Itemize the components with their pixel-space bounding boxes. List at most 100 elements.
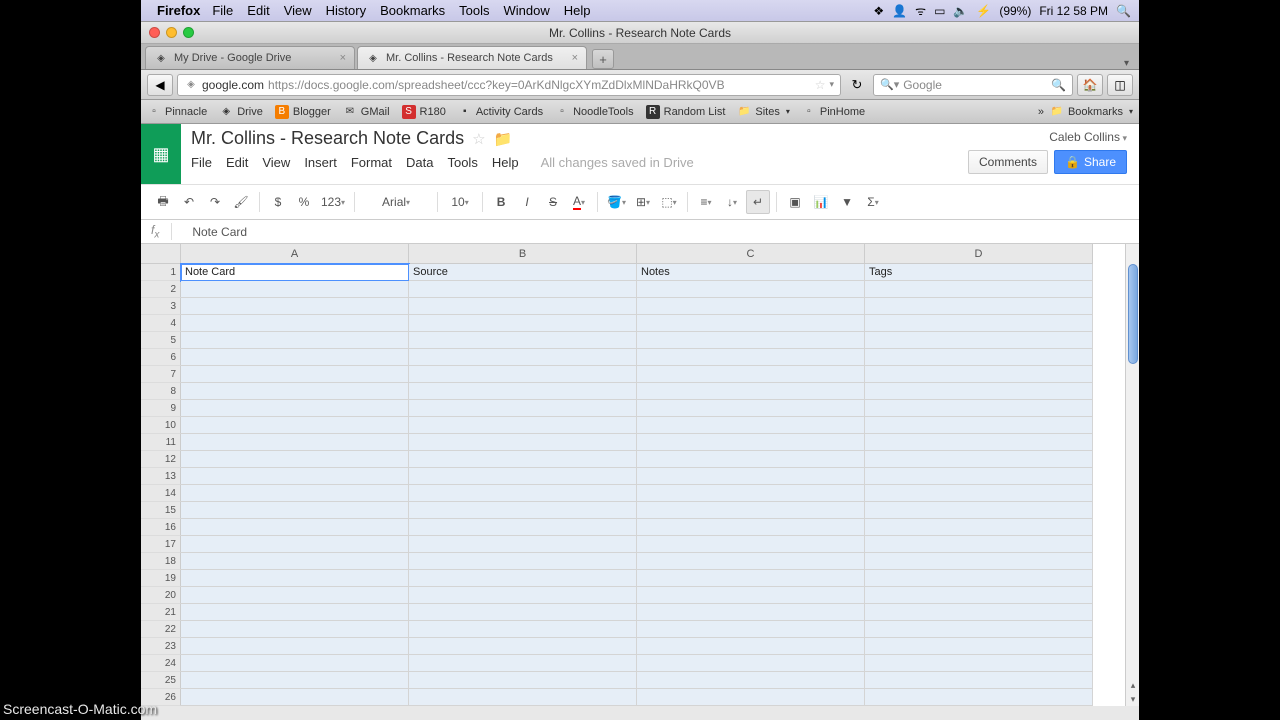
menu-history[interactable]: History: [326, 3, 366, 18]
cell-B8[interactable]: [409, 383, 637, 400]
tab-close-icon[interactable]: ×: [340, 52, 346, 64]
new-tab-button[interactable]: +: [592, 49, 614, 69]
bookmark-star-icon[interactable]: ☆: [815, 78, 826, 92]
display-icon[interactable]: ▭: [934, 4, 945, 18]
bold-button[interactable]: B: [489, 190, 513, 214]
cell-A26[interactable]: [181, 689, 409, 706]
currency-button[interactable]: $: [266, 190, 290, 214]
cell-B11[interactable]: [409, 434, 637, 451]
cell-D15[interactable]: [865, 502, 1093, 519]
sheets-menu-insert[interactable]: Insert: [304, 155, 337, 170]
cell-B1[interactable]: Source: [409, 264, 637, 281]
cell-A15[interactable]: [181, 502, 409, 519]
row-header[interactable]: 13: [141, 468, 181, 485]
cell-B4[interactable]: [409, 315, 637, 332]
row-header[interactable]: 7: [141, 366, 181, 383]
row-header[interactable]: 4: [141, 315, 181, 332]
site-identity-icon[interactable]: ◈: [184, 78, 198, 92]
dropdown-icon[interactable]: ▾: [829, 79, 834, 90]
cell-B13[interactable]: [409, 468, 637, 485]
row-header[interactable]: 15: [141, 502, 181, 519]
window-minimize-button[interactable]: [166, 27, 177, 38]
cell-D3[interactable]: [865, 298, 1093, 315]
bookmark-random[interactable]: RRandom List: [646, 105, 726, 119]
cell-C8[interactable]: [637, 383, 865, 400]
row-header[interactable]: 11: [141, 434, 181, 451]
cell-D1[interactable]: Tags: [865, 264, 1093, 281]
cell-B18[interactable]: [409, 553, 637, 570]
sheets-menu-tools[interactable]: Tools: [447, 155, 477, 170]
window-close-button[interactable]: [149, 27, 160, 38]
cell-A5[interactable]: [181, 332, 409, 349]
menu-window[interactable]: Window: [504, 3, 550, 18]
window-zoom-button[interactable]: [183, 27, 194, 38]
bookmark-noodle[interactable]: ▫NoodleTools: [555, 105, 634, 119]
cell-D21[interactable]: [865, 604, 1093, 621]
spotlight-icon[interactable]: 🔍: [1116, 4, 1131, 18]
cell-B14[interactable]: [409, 485, 637, 502]
cell-C24[interactable]: [637, 655, 865, 672]
cell-C13[interactable]: [637, 468, 865, 485]
font-select[interactable]: Arial: [361, 190, 431, 214]
search-input[interactable]: 🔍▾ Google 🔍: [873, 74, 1073, 96]
row-header[interactable]: 20: [141, 587, 181, 604]
functions-button[interactable]: Σ: [861, 190, 885, 214]
cell-A12[interactable]: [181, 451, 409, 468]
cell-A22[interactable]: [181, 621, 409, 638]
cell-B19[interactable]: [409, 570, 637, 587]
cell-A19[interactable]: [181, 570, 409, 587]
menu-edit[interactable]: Edit: [247, 3, 269, 18]
wifi-icon[interactable]: ᯤ: [915, 2, 926, 19]
menu-tools[interactable]: Tools: [459, 3, 489, 18]
row-header[interactable]: 6: [141, 349, 181, 366]
tabs-dropdown-icon[interactable]: ▾: [1118, 58, 1135, 69]
cell-C25[interactable]: [637, 672, 865, 689]
row-header[interactable]: 10: [141, 417, 181, 434]
cell-B3[interactable]: [409, 298, 637, 315]
cell-A6[interactable]: [181, 349, 409, 366]
bookmark-pinnacle[interactable]: ▫Pinnacle: [147, 105, 207, 119]
cell-C3[interactable]: [637, 298, 865, 315]
browser-tab-sheet[interactable]: ◈ Mr. Collins - Research Note Cards ×: [357, 46, 587, 69]
scroll-down-icon[interactable]: ▾: [1126, 692, 1140, 706]
align-h-button[interactable]: ≡: [694, 190, 718, 214]
share-button[interactable]: 🔒Share: [1054, 150, 1127, 174]
user-menu[interactable]: Caleb Collins: [1049, 130, 1127, 144]
volume-icon[interactable]: 🔈: [953, 4, 968, 18]
cell-C1[interactable]: Notes: [637, 264, 865, 281]
wrap-button[interactable]: ↵: [746, 190, 770, 214]
cell-D2[interactable]: [865, 281, 1093, 298]
row-header[interactable]: 18: [141, 553, 181, 570]
cell-C14[interactable]: [637, 485, 865, 502]
cell-D8[interactable]: [865, 383, 1093, 400]
fill-color-button[interactable]: 🪣: [604, 190, 629, 214]
font-size-select[interactable]: 10: [444, 190, 476, 214]
cell-B2[interactable]: [409, 281, 637, 298]
cell-A18[interactable]: [181, 553, 409, 570]
cell-A4[interactable]: [181, 315, 409, 332]
reload-button[interactable]: ↻: [845, 74, 869, 96]
cell-C2[interactable]: [637, 281, 865, 298]
vertical-scrollbar[interactable]: ▴ ▾: [1125, 244, 1139, 706]
battery-icon[interactable]: ⚡: [976, 4, 991, 18]
cell-D7[interactable]: [865, 366, 1093, 383]
row-header[interactable]: 17: [141, 536, 181, 553]
scroll-up-icon[interactable]: ▴: [1126, 678, 1140, 692]
italic-button[interactable]: I: [515, 190, 539, 214]
cell-D19[interactable]: [865, 570, 1093, 587]
sheets-menu-edit[interactable]: Edit: [226, 155, 248, 170]
sheets-menu-data[interactable]: Data: [406, 155, 433, 170]
column-header-c[interactable]: C: [637, 244, 865, 264]
cell-B24[interactable]: [409, 655, 637, 672]
cell-D16[interactable]: [865, 519, 1093, 536]
row-header[interactable]: 2: [141, 281, 181, 298]
number-format-button[interactable]: 123: [318, 190, 348, 214]
row-header[interactable]: 16: [141, 519, 181, 536]
cell-B25[interactable]: [409, 672, 637, 689]
cell-C7[interactable]: [637, 366, 865, 383]
cell-B5[interactable]: [409, 332, 637, 349]
cell-D5[interactable]: [865, 332, 1093, 349]
select-all-cell[interactable]: [141, 244, 181, 264]
sheets-menu-help[interactable]: Help: [492, 155, 519, 170]
cell-C6[interactable]: [637, 349, 865, 366]
